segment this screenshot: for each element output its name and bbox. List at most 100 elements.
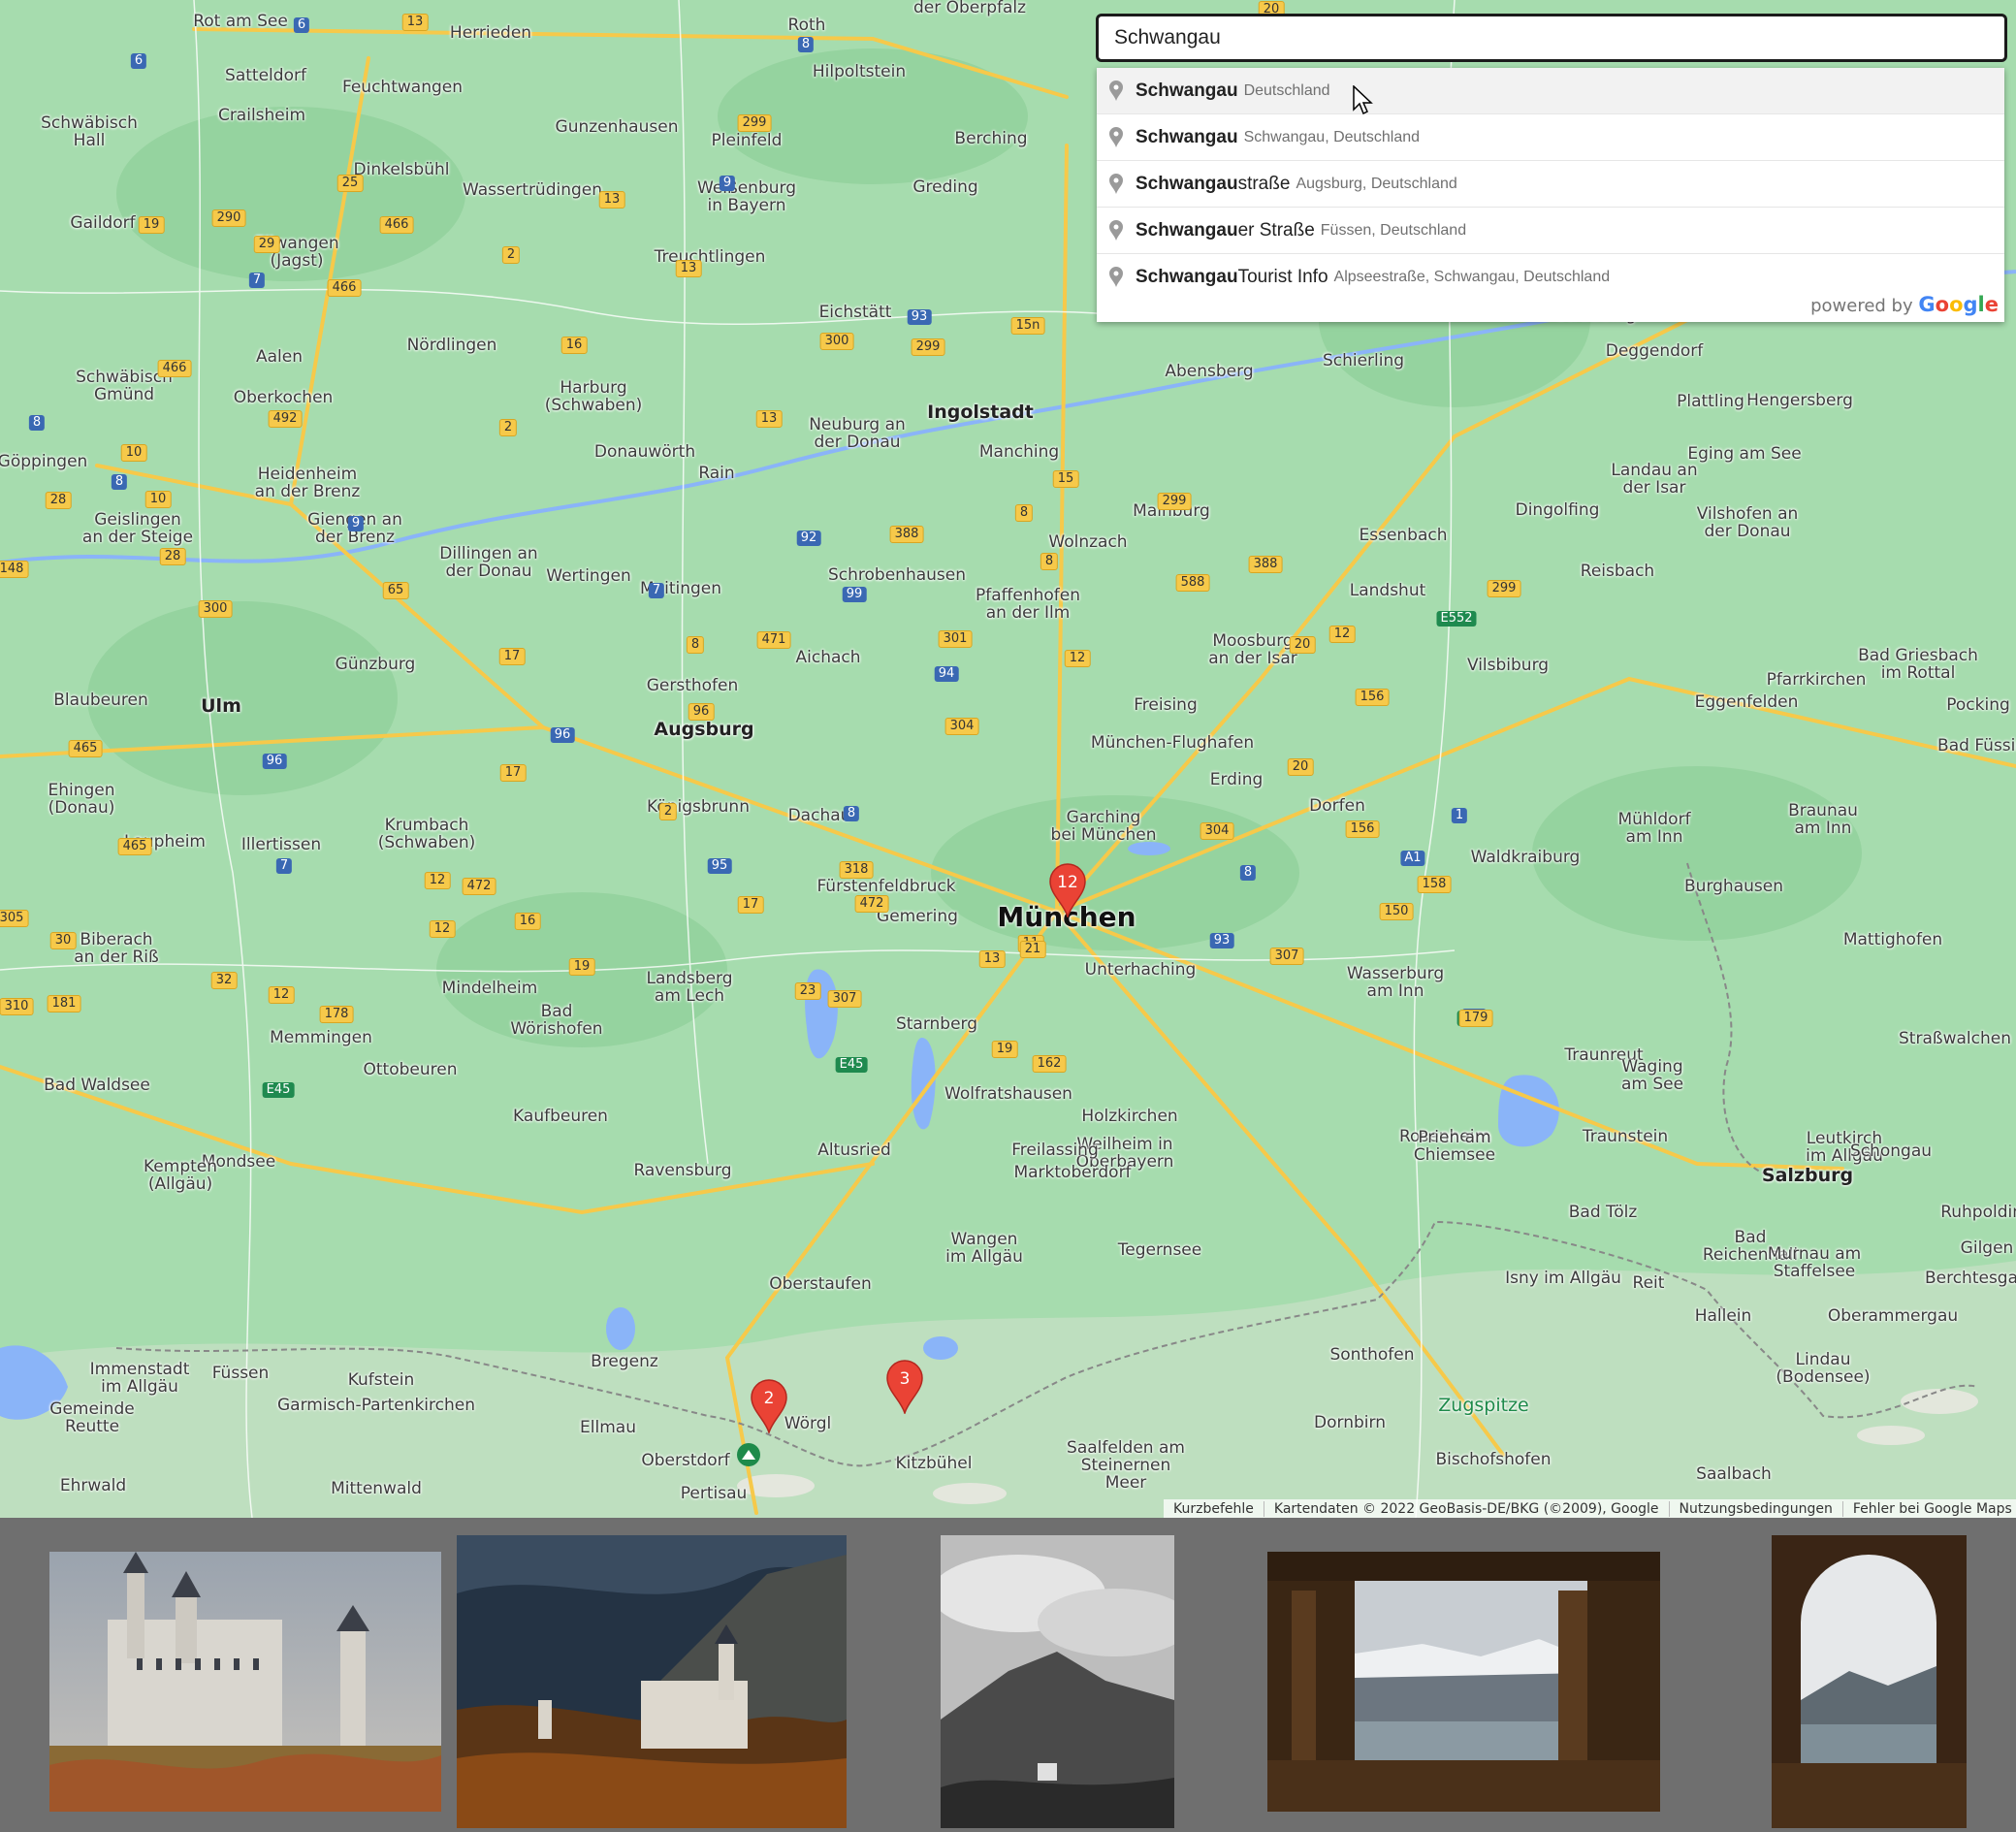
photo-arch-window-view[interactable]: [1772, 1535, 1967, 1828]
suggestion-item[interactable]: Schwangau Schwangau, Deutschland: [1097, 113, 2004, 160]
map-place-label: Schrobenhausen: [827, 565, 967, 585]
map-place-label: Ehingen (Donau): [48, 781, 115, 818]
map-place-label: Dachau: [787, 806, 851, 825]
map-place-label: Hilpoltstein: [812, 62, 907, 81]
powered-by-google: powered by Google: [1810, 293, 1999, 316]
map-place-label: Abensberg: [1165, 362, 1254, 381]
suggestion-item[interactable]: Schwangau er Straße Füssen, Deutschland: [1097, 207, 2004, 253]
map-place-label: Kaufbeuren: [513, 1107, 608, 1126]
map-place-label: Kempten (Allgäu): [143, 1157, 218, 1194]
map-place-label: Gemeinde Reutte: [49, 1399, 135, 1436]
location-pin-icon: [1109, 173, 1123, 194]
map-place-label: Kitzbühel: [895, 1454, 973, 1473]
map-place-label: Gaildorf: [70, 213, 136, 233]
map-place-label: Aalen: [255, 347, 304, 367]
map-place-label: Bad Griesbach im Rottal: [1858, 646, 1978, 683]
keyboard-shortcuts-link[interactable]: Kurzbefehle: [1164, 1500, 1264, 1517]
road-shield: 9: [719, 176, 736, 191]
road-shield: 93: [1209, 933, 1234, 948]
road-shield: 65: [382, 582, 409, 599]
road-shield: 7: [248, 273, 266, 288]
suggestion-item[interactable]: Schwangau straße Augsburg, Deutschland: [1097, 160, 2004, 207]
road-shield: 466: [327, 279, 362, 297]
terms-link[interactable]: Nutzungsbedingungen: [1670, 1500, 1843, 1517]
road-shield: 15n: [1010, 317, 1045, 335]
photo-balcony-lake-view[interactable]: [1267, 1552, 1660, 1812]
road-shield: 9: [347, 516, 365, 531]
map-place-label: Roth: [787, 16, 826, 35]
road-shield: 93: [907, 309, 932, 325]
map-place-label: Bischofshofen: [1435, 1450, 1552, 1469]
map-place-label: Berchtesgaden: [1924, 1269, 2016, 1288]
cluster-marker-munich[interactable]: 12: [1048, 863, 1087, 919]
road-shield: 28: [159, 548, 186, 565]
road-shield: 13: [755, 410, 783, 428]
road-shield: 16: [560, 337, 588, 354]
map-place-label: Wertingen: [546, 566, 631, 586]
photo-castle-autumn[interactable]: [49, 1552, 441, 1812]
map-place-label: Murnau am Staffelsee: [1767, 1244, 1862, 1281]
suggestion-rest: straße: [1237, 173, 1291, 194]
map-place-label: Manching: [978, 442, 1060, 462]
suggestion-secondary: Deutschland: [1243, 81, 1330, 99]
road-shield: 12: [1064, 650, 1091, 667]
map-place-label: Sonthofen: [1329, 1345, 1415, 1365]
map-place-label: Fürstenfeldbruck: [816, 877, 956, 896]
road-shield: 305: [0, 910, 29, 927]
road-shield: 8: [1014, 504, 1034, 522]
road-shield: 8: [843, 806, 860, 821]
map-canvas[interactable]: Rot am See Herrieden Roth Hilpoltstein der O…: [0, 0, 2016, 1518]
road-shield: 6: [130, 53, 147, 69]
cluster-marker-mittenwald[interactable]: 3: [885, 1360, 924, 1416]
road-shield: 6: [293, 17, 310, 33]
road-shield: 15: [1052, 470, 1079, 488]
road-shield: 20: [1287, 758, 1314, 776]
map-place-label: Berching: [954, 129, 1028, 148]
map-place-label: Herrieden: [449, 23, 532, 43]
map-place-label: Landshut: [1349, 581, 1426, 600]
road-shield: 19: [568, 958, 595, 976]
map-place-label: Landau an der Isar: [1611, 461, 1698, 498]
road-shield: 92: [796, 530, 821, 546]
road-shield: 20: [1289, 636, 1316, 654]
map-place-label: Rain: [698, 464, 735, 483]
cluster-count: 12: [1057, 873, 1078, 892]
map-place-label: Tegernsee: [1117, 1240, 1202, 1260]
road-shield: 465: [68, 740, 103, 757]
photo-mountain-bw[interactable]: [941, 1535, 1174, 1828]
road-shield: 12: [429, 920, 456, 938]
map-place-label: Schongau: [1849, 1141, 1933, 1161]
road-shield: 13: [675, 260, 702, 277]
road-shield: 94: [934, 666, 959, 682]
map-place-label: Hengersberg: [1746, 391, 1853, 410]
map-place-label: Harburg (Schwaben): [544, 378, 643, 415]
search-input[interactable]: [1096, 14, 2007, 62]
road-shield: 13: [598, 191, 625, 209]
map-place-label: Wasserburg am Inn: [1346, 964, 1445, 1001]
road-shield: 8: [1239, 865, 1257, 881]
road-shield: 12: [268, 986, 295, 1004]
map-place-label: Unterhaching: [1084, 960, 1197, 980]
photo-castle-mountain-night[interactable]: [457, 1535, 847, 1828]
map-place-label: Oberstdorf: [641, 1451, 730, 1470]
report-error-link[interactable]: Fehler bei Google Maps melden: [1843, 1501, 2016, 1517]
road-shield: 492: [268, 410, 303, 428]
peak-icon: [737, 1443, 760, 1466]
road-shield: 162: [1032, 1055, 1067, 1073]
suggestion-item[interactable]: Schwangau Deutschland: [1097, 68, 2004, 113]
map-place-label: Wörgl: [784, 1414, 832, 1433]
map-place-label: Mindelheim: [441, 979, 538, 998]
map-place-label: Neuburg an der Donau: [809, 415, 906, 452]
road-shield: 7: [648, 583, 665, 598]
road-shield: 304: [944, 718, 979, 735]
map-place-label: Bad Tölz: [1568, 1203, 1638, 1222]
road-shield: 1: [1451, 808, 1468, 823]
road-shield: 99: [842, 587, 867, 602]
road-shield: 290: [211, 209, 246, 227]
map-place-label: Bad Waldsee: [44, 1076, 150, 1095]
cluster-marker-garmisch[interactable]: 2: [750, 1379, 788, 1435]
road-shield: 148: [0, 561, 29, 578]
map-place-label: Bad Wörishofen: [510, 1002, 603, 1039]
map-place-label: Pleinfeld: [711, 131, 783, 150]
road-shield: 156: [1345, 820, 1380, 838]
